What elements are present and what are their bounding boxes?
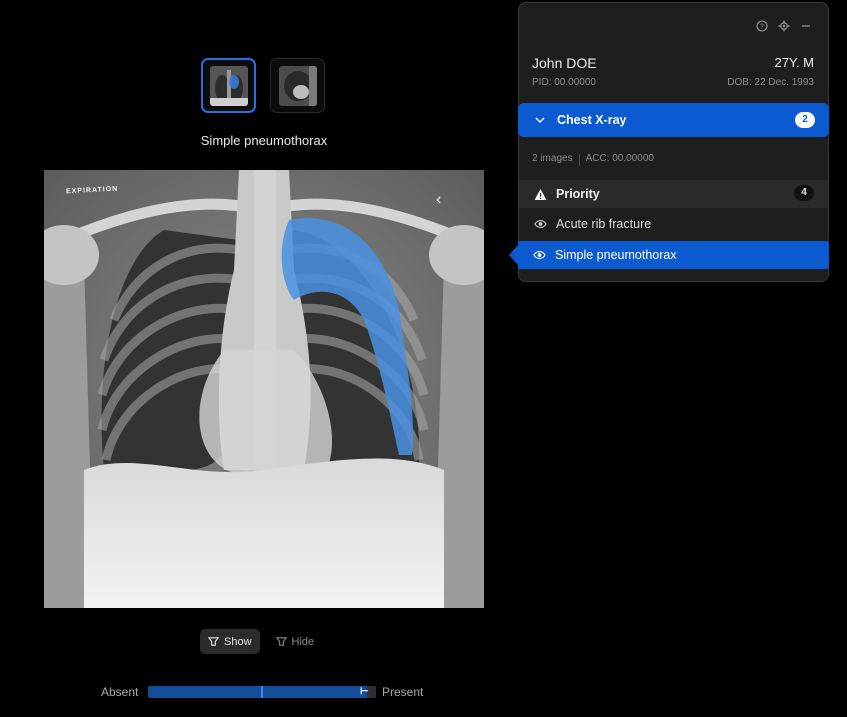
show-button[interactable]: Show <box>200 629 260 654</box>
minimize-icon[interactable] <box>800 20 812 32</box>
thumbnail-lateral-view[interactable] <box>270 58 325 113</box>
study-header-chest-xray[interactable]: Chest X-ray 2 <box>518 103 829 137</box>
spotlight-icon <box>208 637 219 646</box>
study-label: Chest X-ray <box>557 113 627 127</box>
chest-xray-thumbnail-image <box>209 65 248 106</box>
finding-label: Acute rib fracture <box>556 217 652 231</box>
priority-group-header[interactable]: Priority 4 <box>519 180 828 208</box>
settings-icon[interactable] <box>778 20 790 32</box>
chest-xray-thumbnail-image <box>278 65 317 106</box>
warning-icon <box>534 188 547 200</box>
slider-max-label: Present <box>382 685 424 699</box>
show-label: Show <box>224 635 252 648</box>
hide-label: Hide <box>291 635 315 648</box>
chevron-left-icon[interactable]: ‹ <box>436 192 450 208</box>
panel-toolbar: ? <box>756 20 812 32</box>
divider <box>578 154 580 166</box>
slider-track[interactable]: ⊢ <box>148 686 376 698</box>
spotlight-off-icon <box>275 637 287 646</box>
slider-end-handle-icon[interactable]: ⊢ <box>360 687 369 697</box>
eye-icon[interactable] <box>534 219 547 229</box>
eye-icon[interactable] <box>533 250 546 260</box>
thumbnail-pa-view[interactable] <box>201 58 256 113</box>
finding-item-acute-rib-fracture[interactable]: Acute rib fracture <box>519 210 828 238</box>
slider-min-label: Absent <box>101 685 139 699</box>
study-count-badge: 2 <box>795 112 815 128</box>
accession-number: ACC: 00.00000 <box>585 153 654 164</box>
patient-age-sex: 27Y. M <box>774 55 814 70</box>
image-count: 2 images <box>532 153 573 164</box>
finding-caption: Simple pneumothorax <box>200 133 328 148</box>
slider-marker[interactable] <box>261 686 263 698</box>
chevron-down-icon <box>535 117 545 124</box>
xray-viewer[interactable]: EXPIRATION ‹ <box>44 170 484 608</box>
patient-name: John DOE <box>532 55 597 71</box>
slider-fill <box>148 686 367 698</box>
finding-label: Simple pneumothorax <box>555 248 677 262</box>
study-meta: 2 images ACC: 00.00000 <box>532 153 654 166</box>
svg-text:?: ? <box>760 24 764 31</box>
overlay-toggle: Show Hide <box>200 629 322 654</box>
finding-item-simple-pneumothorax[interactable]: Simple pneumothorax <box>509 241 829 269</box>
patient-id: PID: 00.00000 <box>532 77 596 88</box>
priority-label: Priority <box>556 187 600 201</box>
help-icon[interactable]: ? <box>756 20 768 32</box>
chest-xray-image <box>44 170 484 608</box>
hide-button[interactable]: Hide <box>268 629 323 654</box>
patient-dob: DOB: 22 Dec. 1993 <box>727 77 814 88</box>
patient-panel: ? John DOE 27Y. M PID: 00.00000 DOB: 22 … <box>509 2 829 282</box>
probability-slider: Absent ⊢ Present <box>101 684 441 700</box>
thumbnail-strip <box>201 58 325 113</box>
priority-count-badge: 4 <box>794 185 814 201</box>
